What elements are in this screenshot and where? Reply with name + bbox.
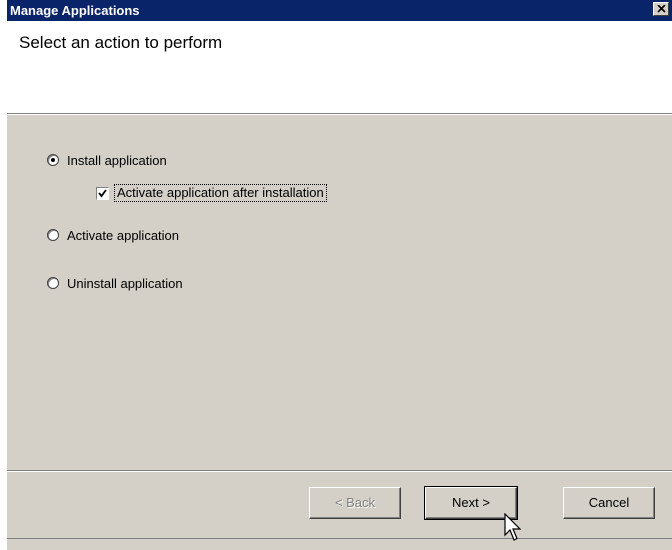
- activate-application-label[interactable]: Activate application: [67, 227, 179, 245]
- install-application-label[interactable]: Install application: [67, 152, 167, 170]
- uninstall-application-radio[interactable]: [47, 277, 59, 289]
- window-bottom-edge: [7, 538, 672, 539]
- close-button[interactable]: [653, 2, 669, 16]
- activate-application-radio[interactable]: [47, 229, 59, 241]
- activate-after-install-label[interactable]: Activate application after installation: [114, 184, 327, 202]
- title-bar[interactable]: Manage Applications: [7, 0, 672, 21]
- header-divider-highlight: [7, 114, 672, 115]
- close-icon: [657, 5, 666, 13]
- manage-applications-dialog: Manage Applications Select an action to …: [7, 0, 672, 550]
- radio-selected-dot: [51, 158, 55, 162]
- activate-after-install-checkbox[interactable]: [96, 187, 109, 200]
- uninstall-application-label[interactable]: Uninstall application: [67, 275, 183, 293]
- install-application-radio[interactable]: [47, 154, 59, 166]
- mouse-pointer-icon: [504, 513, 522, 541]
- back-button[interactable]: < Back: [309, 487, 401, 519]
- checkmark-icon: [98, 189, 107, 198]
- window-title: Manage Applications: [10, 3, 140, 18]
- wizard-header: Select an action to perform: [7, 21, 672, 113]
- footer-divider-highlight: [7, 471, 672, 472]
- page-title: Select an action to perform: [19, 33, 223, 52]
- cancel-button[interactable]: Cancel: [563, 487, 655, 519]
